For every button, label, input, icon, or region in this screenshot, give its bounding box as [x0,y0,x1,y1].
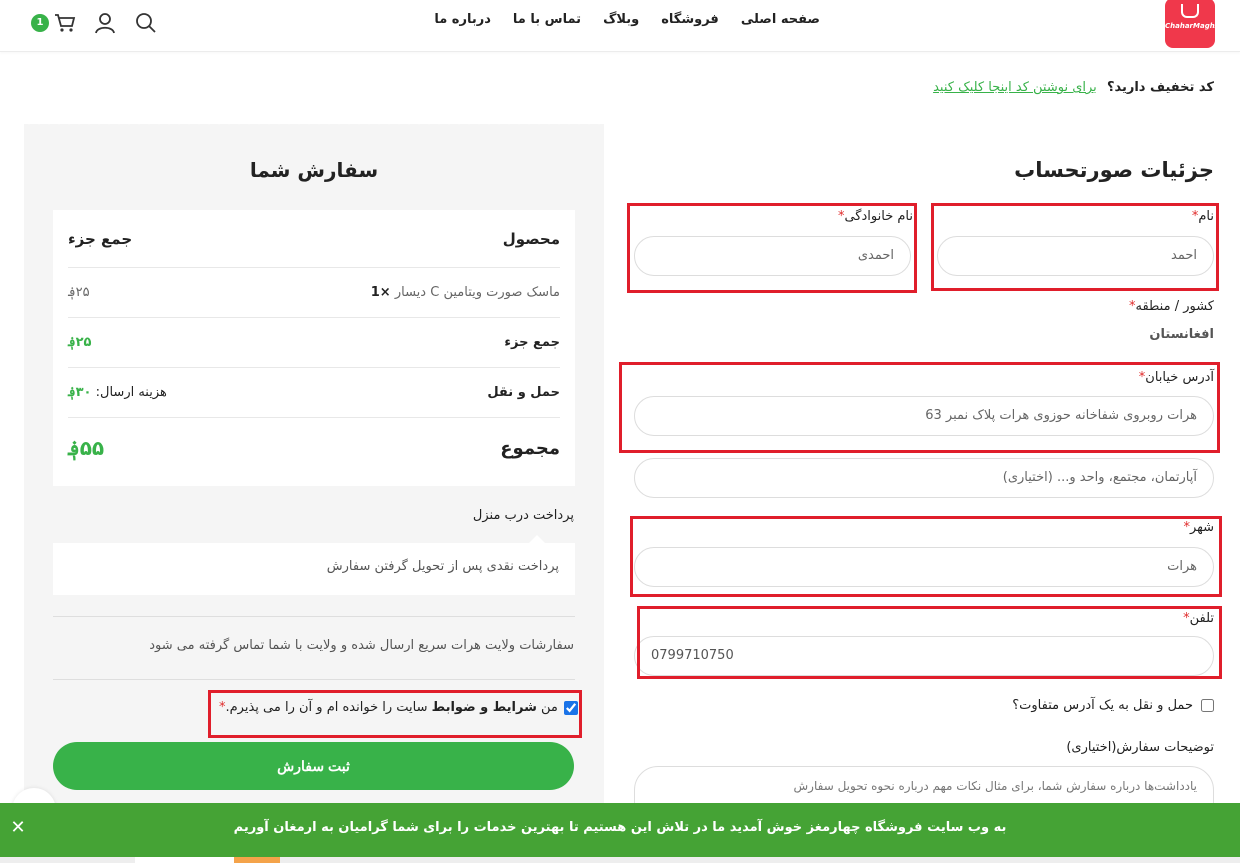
address-label: آدرس خیابان* [1138,370,1214,385]
user-icon[interactable] [94,12,116,34]
country-value[interactable]: افغانستان [1149,327,1214,342]
first-name-label: نام* [1191,209,1214,224]
payment-description: پرداخت نقدی پس از تحویل گرفتن سفارش [53,535,575,595]
city-label: شهر* [1183,520,1214,535]
place-order-button[interactable]: ثبت سفارش [53,742,574,790]
terms-checkbox[interactable] [563,700,578,715]
search-icon[interactable] [135,12,157,34]
last-name-field[interactable]: احمدی [634,236,911,276]
coupon-link[interactable]: برای نوشتن کد اینجا کلیک کنید [933,80,1097,95]
nav-contact[interactable]: تماس با ما [513,12,581,27]
address-field[interactable]: هرات روبروی شفاخانه حوزوی هرات پلاک نمبر… [634,396,1214,436]
payment-method-label[interactable]: پرداخت درب منزل [473,508,574,523]
nav-blog[interactable]: وبلاگ [603,12,639,27]
shipping-row: حمل و نقل هزینه ارسال: ۳۰؋ [68,368,560,418]
terms-row: من شرایط و ضوابط سایت را خوانده ام و آن … [219,700,578,715]
divider [53,616,575,617]
total-row: مجموع ۵۵؋ [68,436,560,460]
close-icon[interactable]: ✕ [8,817,28,838]
total-value: ۵۵؋ [68,436,105,460]
item-name: ماسک صورت ویتامین C دیسار [394,285,560,300]
main-nav: صفحه اصلی فروشگاه وبلاگ تماس با ما دربار… [434,12,820,27]
first-name-field[interactable]: احمد [937,236,1214,276]
divider [53,679,575,680]
shipping-value: ۳۰؋ [68,385,92,400]
billing-title: جزئیات صورتحساب [1014,158,1214,182]
site-logo[interactable]: ChaharMaghz [1165,0,1219,48]
site-header: ChaharMaghz صفحه اصلی فروشگاه وبلاگ تماس… [0,0,1240,52]
ship-different-checkbox[interactable] [1201,699,1214,712]
nav-shop[interactable]: فروشگاه [661,12,719,27]
order-title: سفارش شما [249,158,379,182]
country-label: کشور / منطقه* [1128,299,1214,314]
shipping-text: هزینه ارسال: [95,385,167,400]
order-table: محصول جمع جزء ماسک صورت ویتامین C دیسار … [53,210,575,486]
subtotal-row: جمع جزء ۲۵؋ [68,318,560,368]
item-price: ۲۵؋ [68,285,90,300]
item-qty: ×1 [370,285,391,300]
welcome-message: به وب سایت فروشگاه چهارمغز خوش آمدید ما … [233,820,1007,835]
coupon-question: کد تخفیف دارید؟ [1106,80,1214,95]
order-item-row: ماسک صورت ویتامین C دیسار ×1 ۲۵؋ [68,268,560,318]
welcome-banner: به وب سایت فروشگاه چهارمغز خوش آمدید ما … [0,803,1240,857]
subtotal-value: ۲۵؋ [68,335,92,350]
terms-link[interactable]: شرایط و ضوابط [432,700,537,715]
city-field[interactable]: هرات [634,547,1214,587]
cart-count-badge: 1 [31,14,49,32]
delivery-note: سفارشات ولایت هرات سریع ارسال شده و ولای… [149,638,574,653]
phone-label: تلفن* [1183,611,1214,626]
terms-text: من شرایط و ضوابط سایت را خوانده ام و آن … [219,700,558,715]
nav-about[interactable]: درباره ما [434,12,491,27]
bottom-strip [0,857,1240,863]
address-line2-field[interactable]: آپارتمان، مجتمع، واحد و... (اختیاری) [634,458,1214,498]
order-notes-label: توضیحات سفارش(اختیاری) [1066,740,1214,755]
ship-different-row: حمل و نقل به یک آدرس متفاوت؟ [1012,698,1214,713]
order-header-row: محصول جمع جزء [68,210,560,268]
bag-icon [1181,4,1199,18]
nav-home[interactable]: صفحه اصلی [741,12,820,27]
coupon-notice: کد تخفیف دارید؟ برای نوشتن کد اینجا کلیک… [933,80,1214,95]
cart-icon[interactable] [54,12,76,34]
phone-field[interactable]: 0799710750 [634,636,1214,676]
last-name-label: نام خانوادگی* [837,209,913,224]
